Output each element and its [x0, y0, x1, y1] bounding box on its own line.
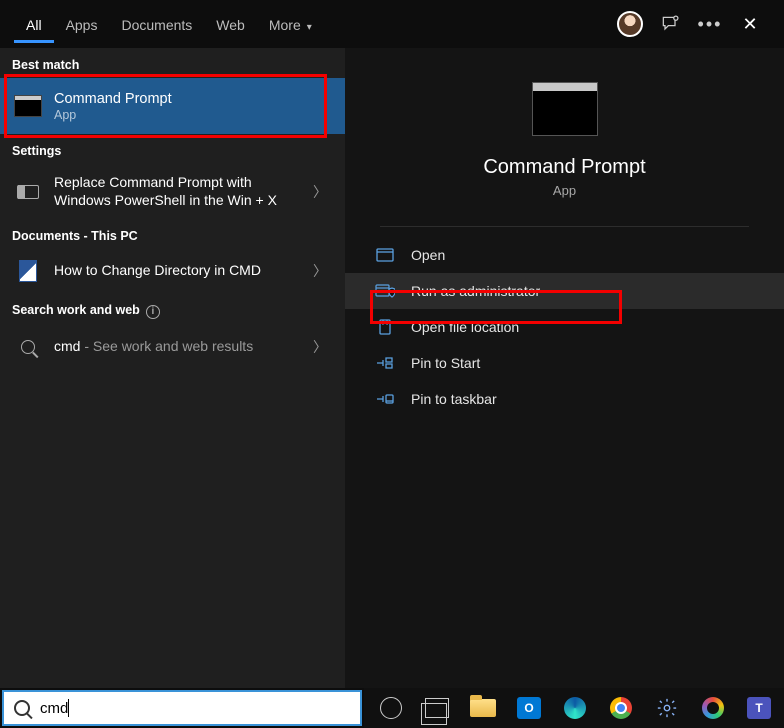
taskbar-settings[interactable] — [646, 688, 688, 728]
taskbar-outlook[interactable]: O — [508, 688, 550, 728]
taskbar-file-explorer[interactable] — [462, 688, 504, 728]
action-pin-to-taskbar[interactable]: Pin to taskbar — [345, 381, 784, 417]
result-subtitle: App — [54, 108, 331, 122]
search-tabs: All Apps Documents Web More ••• ✕ — [0, 0, 784, 48]
chevron-right-icon: 〉 — [309, 261, 331, 281]
result-web-cmd[interactable]: cmd - See work and web results 〉 — [0, 325, 345, 369]
close-button[interactable]: ✕ — [730, 14, 770, 35]
result-title: Command Prompt — [54, 90, 331, 108]
pin-taskbar-icon — [375, 391, 395, 407]
user-avatar[interactable] — [610, 11, 650, 37]
section-settings: Settings — [0, 134, 345, 164]
taskbar-edge[interactable] — [554, 688, 596, 728]
results-panel: Best match Command Prompt App Settings R… — [0, 48, 345, 688]
app-type: App — [553, 183, 576, 198]
open-icon — [375, 247, 395, 263]
taskbar-teams[interactable]: T — [738, 688, 780, 728]
search-input[interactable]: cmd — [40, 700, 68, 717]
setting-label: Replace Command Prompt with Windows Powe… — [54, 174, 309, 209]
info-icon[interactable]: i — [146, 305, 160, 319]
result-replace-cmd-powershell[interactable]: Replace Command Prompt with Windows Powe… — [0, 164, 345, 219]
chevron-right-icon: 〉 — [309, 182, 331, 202]
folder-location-icon — [375, 319, 395, 335]
tab-apps[interactable]: Apps — [54, 5, 110, 43]
section-documents: Documents - This PC — [0, 219, 345, 249]
tab-more[interactable]: More — [257, 5, 324, 43]
divider — [380, 226, 749, 227]
app-thumbnail-icon — [532, 82, 598, 136]
section-best-match: Best match — [0, 48, 345, 78]
section-search-web: Search work and webi — [0, 293, 345, 325]
action-open[interactable]: Open — [345, 237, 784, 273]
search-box[interactable]: cmd — [2, 690, 362, 726]
action-pin-to-start[interactable]: Pin to Start — [345, 345, 784, 381]
taskbar-paint[interactable] — [692, 688, 734, 728]
admin-shield-icon — [375, 283, 395, 299]
chevron-right-icon: 〉 — [309, 337, 331, 357]
more-options-icon[interactable]: ••• — [690, 14, 730, 35]
tab-documents[interactable]: Documents — [109, 5, 204, 43]
pin-start-icon — [375, 355, 395, 371]
action-run-as-administrator[interactable]: Run as administrator — [345, 273, 784, 309]
toggle-icon — [14, 180, 42, 204]
result-doc-cmd-directory[interactable]: How to Change Directory in CMD 〉 — [0, 249, 345, 293]
tab-web[interactable]: Web — [204, 5, 257, 43]
feedback-icon[interactable] — [650, 14, 690, 34]
taskbar-cortana-circle[interactable] — [370, 688, 412, 728]
action-open-file-location[interactable]: Open file location — [345, 309, 784, 345]
word-doc-icon — [14, 259, 42, 283]
taskbar-task-view[interactable] — [416, 688, 458, 728]
search-icon — [14, 335, 42, 359]
cmd-icon — [14, 94, 42, 118]
actions-list: Open Run as administrator Open file loca… — [345, 237, 784, 417]
search-icon — [14, 700, 30, 716]
tab-all[interactable]: All — [14, 5, 54, 43]
taskbar: O T — [364, 688, 784, 728]
result-command-prompt[interactable]: Command Prompt App — [0, 78, 345, 134]
app-name: Command Prompt — [483, 156, 645, 179]
detail-panel: Command Prompt App Open Run as administr… — [345, 48, 784, 688]
taskbar-chrome[interactable] — [600, 688, 642, 728]
